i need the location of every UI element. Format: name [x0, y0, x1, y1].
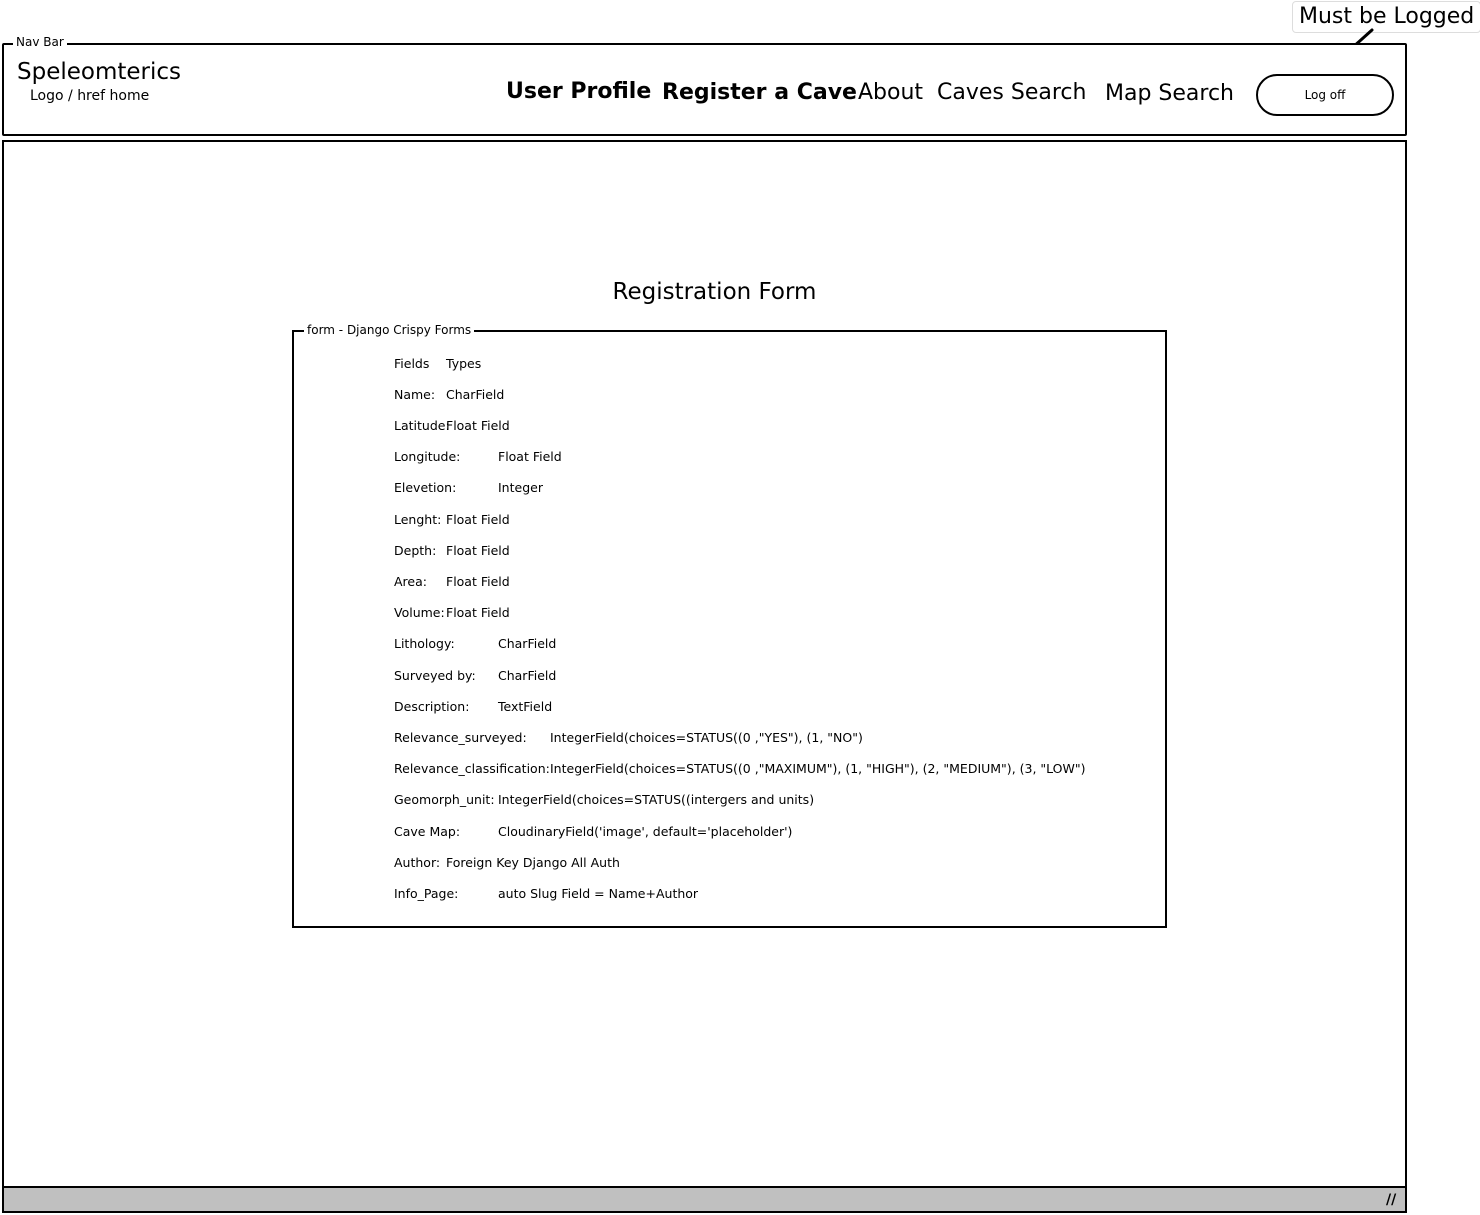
field-name: Description:	[394, 699, 470, 714]
field-name: Author:	[394, 855, 441, 870]
nav-link-map-search[interactable]: Map Search	[1105, 79, 1234, 109]
field-type: IntegerField(choices=STATUS((intergers a…	[498, 792, 815, 807]
field-name: Info_Page:	[394, 886, 459, 901]
field-name: Relevance_classification:	[394, 761, 550, 776]
field-type: CharField	[498, 668, 557, 683]
field-name: Surveyed by:	[394, 668, 476, 683]
brand-logo[interactable]: Speleomterics	[17, 58, 181, 86]
field-type: CharField	[446, 387, 505, 402]
field-name: Area:	[394, 574, 427, 589]
field-type: Foreign Key Django All Auth	[446, 855, 620, 870]
log-off-label: Log off	[1304, 88, 1346, 102]
field-name: Fields	[394, 356, 430, 371]
field-type: Float Field	[446, 543, 510, 558]
field-name: Lithology:	[394, 636, 455, 651]
nav-link-register-cave[interactable]: Register a Cave	[662, 78, 857, 108]
status-bar	[2, 1186, 1407, 1213]
field-type: TextField	[498, 699, 553, 714]
field-type: IntegerField(choices=STATUS((0 ,"YES"), …	[550, 730, 863, 745]
field-type: Float Field	[498, 449, 562, 464]
field-type: Float Field	[446, 512, 510, 527]
field-name: Relevance_surveyed:	[394, 730, 527, 745]
field-name: Latitude:	[394, 418, 450, 433]
log-off-button[interactable]: Log off	[1256, 74, 1394, 116]
field-name: Volume:	[394, 605, 445, 620]
field-name: Longitude:	[394, 449, 461, 464]
field-name: Lenght:	[394, 512, 442, 527]
field-type: Integer	[498, 480, 543, 495]
page-title: Registration Form	[612, 279, 817, 305]
nav-bar-caption: Nav Bar	[13, 34, 67, 50]
field-type: Float Field	[446, 418, 510, 433]
field-type: IntegerField(choices=STATUS((0 ,"MAXIMUM…	[550, 761, 1086, 776]
form-caption: form - Django Crispy Forms	[304, 322, 475, 338]
field-type: auto Slug Field = Name+Author	[498, 886, 699, 901]
field-name: Depth:	[394, 543, 437, 558]
field-name: Geomorph_unit:	[394, 792, 495, 807]
must-be-logged-annotation: Must be Logged	[1292, 1, 1480, 33]
nav-link-about[interactable]: About	[858, 78, 923, 108]
field-type: Float Field	[446, 605, 510, 620]
field-type: Float Field	[446, 574, 510, 589]
field-type: Types	[446, 356, 482, 371]
resize-grip-icon[interactable]: //	[1386, 1193, 1396, 1207]
field-type: CloudinaryField('image', default='placeh…	[498, 824, 793, 839]
brand-subtitle: Logo / href home	[30, 88, 150, 104]
field-name: Cave Map:	[394, 824, 461, 839]
field-name: Elevetion:	[394, 480, 457, 495]
nav-link-user-profile[interactable]: User Profile	[506, 77, 651, 107]
field-name: Name:	[394, 387, 436, 402]
field-type: CharField	[498, 636, 557, 651]
nav-link-caves-search[interactable]: Caves Search	[937, 78, 1086, 108]
